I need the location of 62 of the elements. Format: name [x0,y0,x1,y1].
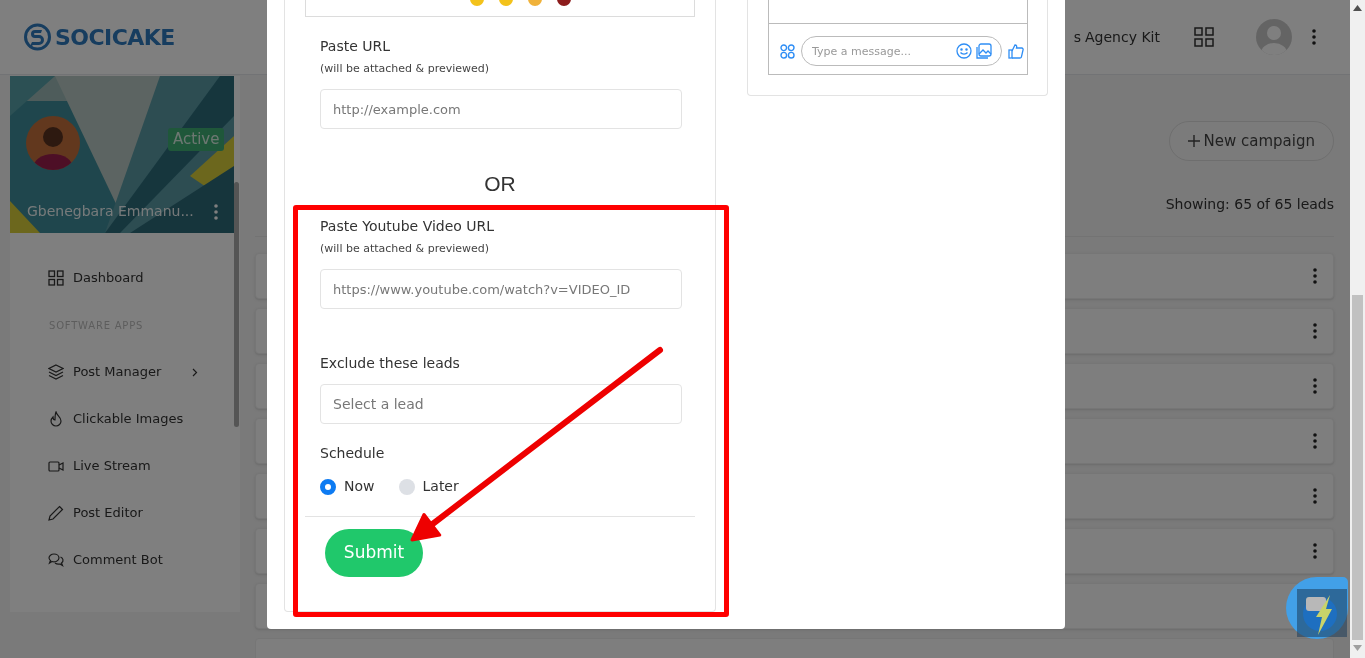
sidebar-item[interactable]: Clickable Images [10,406,240,432]
sidebar-item[interactable]: Live Stream [10,453,240,479]
logo-icon [24,23,51,51]
layers-icon [48,364,64,380]
more-options-icon[interactable] [1313,268,1317,284]
more-options-icon[interactable] [214,204,218,220]
radio-label: Later [422,477,459,496]
sidebar-item-label: Comment Bot [73,551,163,570]
lead-select-field[interactable]: Select a lead [320,384,682,424]
radio-button[interactable] [398,478,415,495]
nav-link[interactable]: Agency Kit [1085,26,1160,48]
pencil-icon [48,505,64,521]
sidebar-item-label: Dashboard [73,269,144,288]
youtube-url-field[interactable]: https://www.youtube.com/watch?v=VIDEO_ID [320,269,682,309]
sidebar-item[interactable]: Comment Bot [10,547,240,573]
more-options-icon[interactable] [1313,433,1317,449]
sidebar-item-label: Post Editor [73,504,143,523]
field-label: Exclude these leads [320,354,461,373]
page-scrollbar[interactable] [1350,0,1365,658]
new-campaign-button[interactable]: New campaign [1168,121,1334,161]
profile-name[interactable]: Gbenegbara Emmanu... [27,201,194,222]
image-icon[interactable] [976,43,992,59]
leads-count: Showing: 65 of 65 leads [1165,195,1334,214]
thumbs-up-icon[interactable] [1008,43,1024,59]
url-field[interactable]: http://example.com [320,89,682,129]
status-badge: Active [168,128,225,151]
logo-text: SOCICAKE [55,23,175,52]
message-field[interactable]: Type a message... [801,36,1002,66]
dashboard-grid-icon [48,270,64,286]
apps-icon[interactable] [780,43,795,59]
chat-bubbles-icon [48,552,64,568]
field-label: Paste Youtube Video URL [320,217,496,236]
nav-link[interactable]: s [1073,26,1082,48]
apps-grid-icon[interactable] [1194,27,1214,47]
sidebar-item-label: Clickable Images [73,410,184,429]
scroll-down-icon[interactable] [1353,645,1362,651]
lightning-chat-icon[interactable] [1286,577,1348,639]
more-options-icon[interactable] [1312,29,1316,45]
more-options-icon[interactable] [1313,543,1317,559]
emoji-icon[interactable] [556,0,571,6]
sidebar-item[interactable]: Post Manager [10,359,240,385]
field-label: Schedule [320,444,386,463]
field-hint: (will be attached & previewed) [320,242,491,256]
more-options-icon[interactable] [1313,323,1317,339]
sidebar-item[interactable]: Dashboard [10,265,240,291]
sidebar-item-label: Live Stream [73,457,151,476]
more-options-icon[interactable] [1313,488,1317,504]
field-label: Paste URL [320,37,391,56]
radio-label: Now [344,477,375,496]
scrollbar-thumb[interactable] [234,182,239,427]
radio-button[interactable] [320,478,336,495]
field-hint: (will be attached & previewed) [320,62,491,76]
flame-icon [48,411,64,427]
more-options-icon[interactable] [1313,378,1317,394]
chevron-right-icon [192,367,198,377]
scrollbar-thumb[interactable] [1352,295,1363,640]
or-separator: OR [483,172,517,196]
scroll-up-icon[interactable] [1353,5,1362,11]
sidebar-item-label: Post Manager [73,363,162,382]
video-camera-icon [48,458,64,474]
sidebar-item[interactable]: Post Editor [10,500,240,526]
plus-icon [1187,135,1200,147]
